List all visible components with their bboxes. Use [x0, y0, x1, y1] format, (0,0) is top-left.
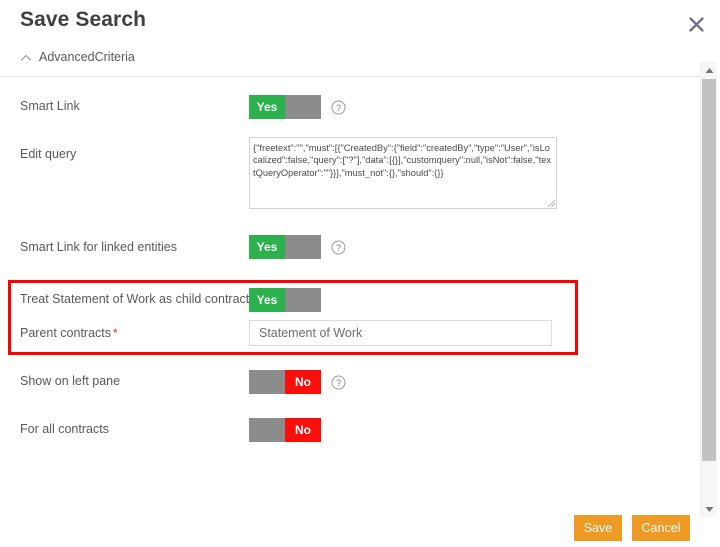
parent-contracts-label-text: Parent contracts [20, 326, 111, 340]
page-title: Save Search [20, 8, 146, 32]
smart-link-label: Smart Link [20, 99, 80, 113]
parent-contracts-label: Parent contracts* [20, 326, 118, 340]
svg-text:?: ? [336, 243, 341, 253]
dialog-footer: Save Cancel [0, 505, 700, 547]
for-all-contracts-toggle-off-label: No [285, 418, 321, 442]
caret-down-icon[interactable] [701, 501, 717, 517]
smart-link-linked-toggle-on-label: Yes [249, 235, 285, 259]
edit-query-textarea[interactable] [249, 137, 557, 209]
row-smart-link-linked: Smart Link for linked entities Yes ? [0, 235, 700, 275]
treat-sow-child-toggle-on-label: Yes [249, 288, 285, 312]
show-left-pane-toggle-on-label [249, 370, 285, 394]
treat-sow-child-toggle-off-label [285, 288, 321, 312]
smart-link-linked-toggle[interactable]: Yes [249, 235, 321, 259]
parent-contracts-input[interactable] [249, 320, 552, 346]
svg-text:?: ? [336, 378, 341, 388]
row-for-all-contracts: For all contracts No [0, 418, 700, 458]
edit-query-label: Edit query [20, 147, 76, 161]
advanced-criteria-section-header: AdvancedCriteria [0, 48, 700, 77]
close-icon[interactable] [682, 10, 710, 38]
smart-link-toggle[interactable]: Yes [249, 95, 321, 119]
show-left-pane-help-icon[interactable]: ? [331, 375, 346, 390]
advanced-criteria-toggle[interactable]: AdvancedCriteria [20, 50, 135, 64]
scrollbar-thumb[interactable] [702, 79, 716, 461]
smart-link-linked-toggle-off-label [285, 235, 321, 259]
for-all-contracts-label: For all contracts [20, 422, 109, 436]
show-left-pane-toggle-off-label: No [285, 370, 321, 394]
smart-link-help-icon[interactable]: ? [331, 100, 346, 115]
treat-sow-child-toggle[interactable]: Yes [249, 288, 321, 312]
row-treat-sow-child: Treat Statement of Work as child contrac… [0, 288, 700, 322]
show-left-pane-toggle[interactable]: No [249, 370, 321, 394]
save-button[interactable]: Save [574, 515, 622, 541]
chevron-up-icon [20, 52, 32, 64]
dialog-header: Save Search [0, 0, 720, 46]
required-indicator: * [113, 326, 118, 340]
row-parent-contracts: Parent contracts* [0, 320, 700, 360]
row-smart-link: Smart Link Yes ? [0, 95, 700, 135]
smart-link-toggle-on-label: Yes [249, 95, 285, 119]
cancel-button[interactable]: Cancel [632, 515, 690, 541]
vertical-scrollbar[interactable] [700, 62, 717, 517]
for-all-contracts-toggle-on-label [249, 418, 285, 442]
smart-link-linked-help-icon[interactable]: ? [331, 240, 346, 255]
smart-link-toggle-off-label [285, 95, 321, 119]
caret-up-icon[interactable] [701, 62, 717, 78]
for-all-contracts-toggle[interactable]: No [249, 418, 321, 442]
smart-link-linked-label: Smart Link for linked entities [20, 240, 177, 254]
row-show-left-pane: Show on left pane No ? [0, 370, 700, 410]
svg-text:?: ? [336, 103, 341, 113]
advanced-criteria-label: AdvancedCriteria [39, 50, 135, 64]
show-left-pane-label: Show on left pane [20, 374, 120, 388]
form-area: Smart Link Yes ? Edit query {"freetext":… [0, 77, 700, 505]
row-edit-query: Edit query {"freetext":"","must":[{"Crea… [0, 137, 700, 227]
treat-sow-child-label: Treat Statement of Work as child contrac… [20, 292, 249, 306]
